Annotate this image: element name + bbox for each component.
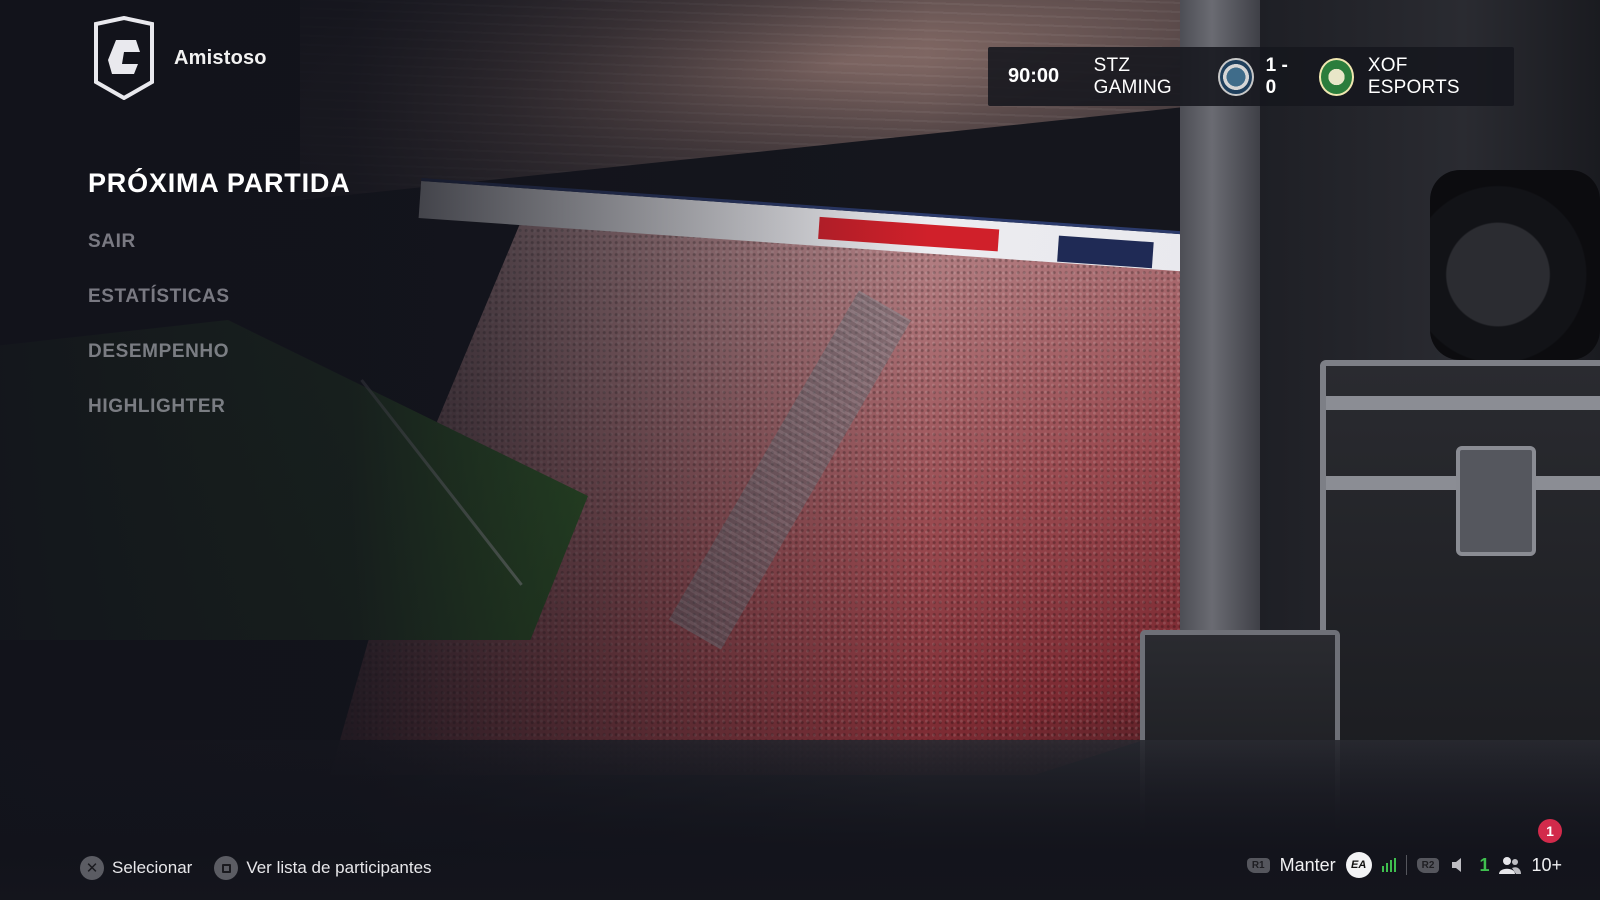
r1-button-icon: R1 (1246, 857, 1270, 873)
menu-item-exit[interactable]: SAIR (88, 231, 351, 253)
participants-hint-label: Ver lista de participantes (246, 858, 432, 877)
away-team-name: XOF ESPORTS (1367, 54, 1460, 98)
stadium-background (0, 0, 1600, 900)
ea-logo-icon: EA (1345, 852, 1372, 878)
notification-badge[interactable]: 1 (1538, 819, 1562, 843)
select-hint[interactable]: ✕ Selecionar (80, 856, 192, 880)
pause-menu: PRÓXIMA PARTIDA SAIR ESTATÍSTICAS DESEMP… (88, 168, 351, 418)
match-clock: 90:00 (1008, 65, 1060, 87)
square-button-icon (214, 856, 239, 880)
signal-icon (1381, 858, 1396, 872)
mode-title: Amistoso (174, 47, 267, 69)
hold-label: Manter (1279, 854, 1336, 875)
home-team-name: STZ GAMING (1093, 54, 1172, 98)
divider (1405, 855, 1407, 875)
select-hint-label: Selecionar (112, 858, 193, 877)
cross-button-icon: ✕ (80, 856, 104, 880)
r2-button-icon: R2 (1416, 857, 1440, 873)
scoreboard: 90:00 STZ GAMING 1 - 0 XOF ESPORTS (988, 47, 1514, 106)
away-crest-icon (1318, 57, 1354, 96)
status-bar: R1 Manter EA R2 1 10+ (1246, 852, 1562, 878)
voice-count: 1 (1479, 854, 1490, 875)
menu-item-stats[interactable]: ESTATÍSTICAS (88, 286, 351, 308)
speaker-icon[interactable] (1449, 855, 1469, 875)
participants-hint[interactable]: Ver lista de participantes (214, 856, 432, 880)
menu-item-next-match[interactable]: PRÓXIMA PARTIDA (88, 168, 351, 199)
players-count: 10+ (1531, 854, 1562, 875)
players-icon (1499, 856, 1522, 874)
menu-item-performance[interactable]: DESEMPENHO (88, 341, 351, 363)
match-score: 1 - 0 (1265, 54, 1288, 98)
club-shield-icon (92, 15, 156, 101)
home-crest-icon (1218, 57, 1254, 96)
menu-item-highlighter[interactable]: HIGHLIGHTER (88, 396, 351, 418)
button-hints: ✕ Selecionar Ver lista de participantes (80, 856, 432, 880)
